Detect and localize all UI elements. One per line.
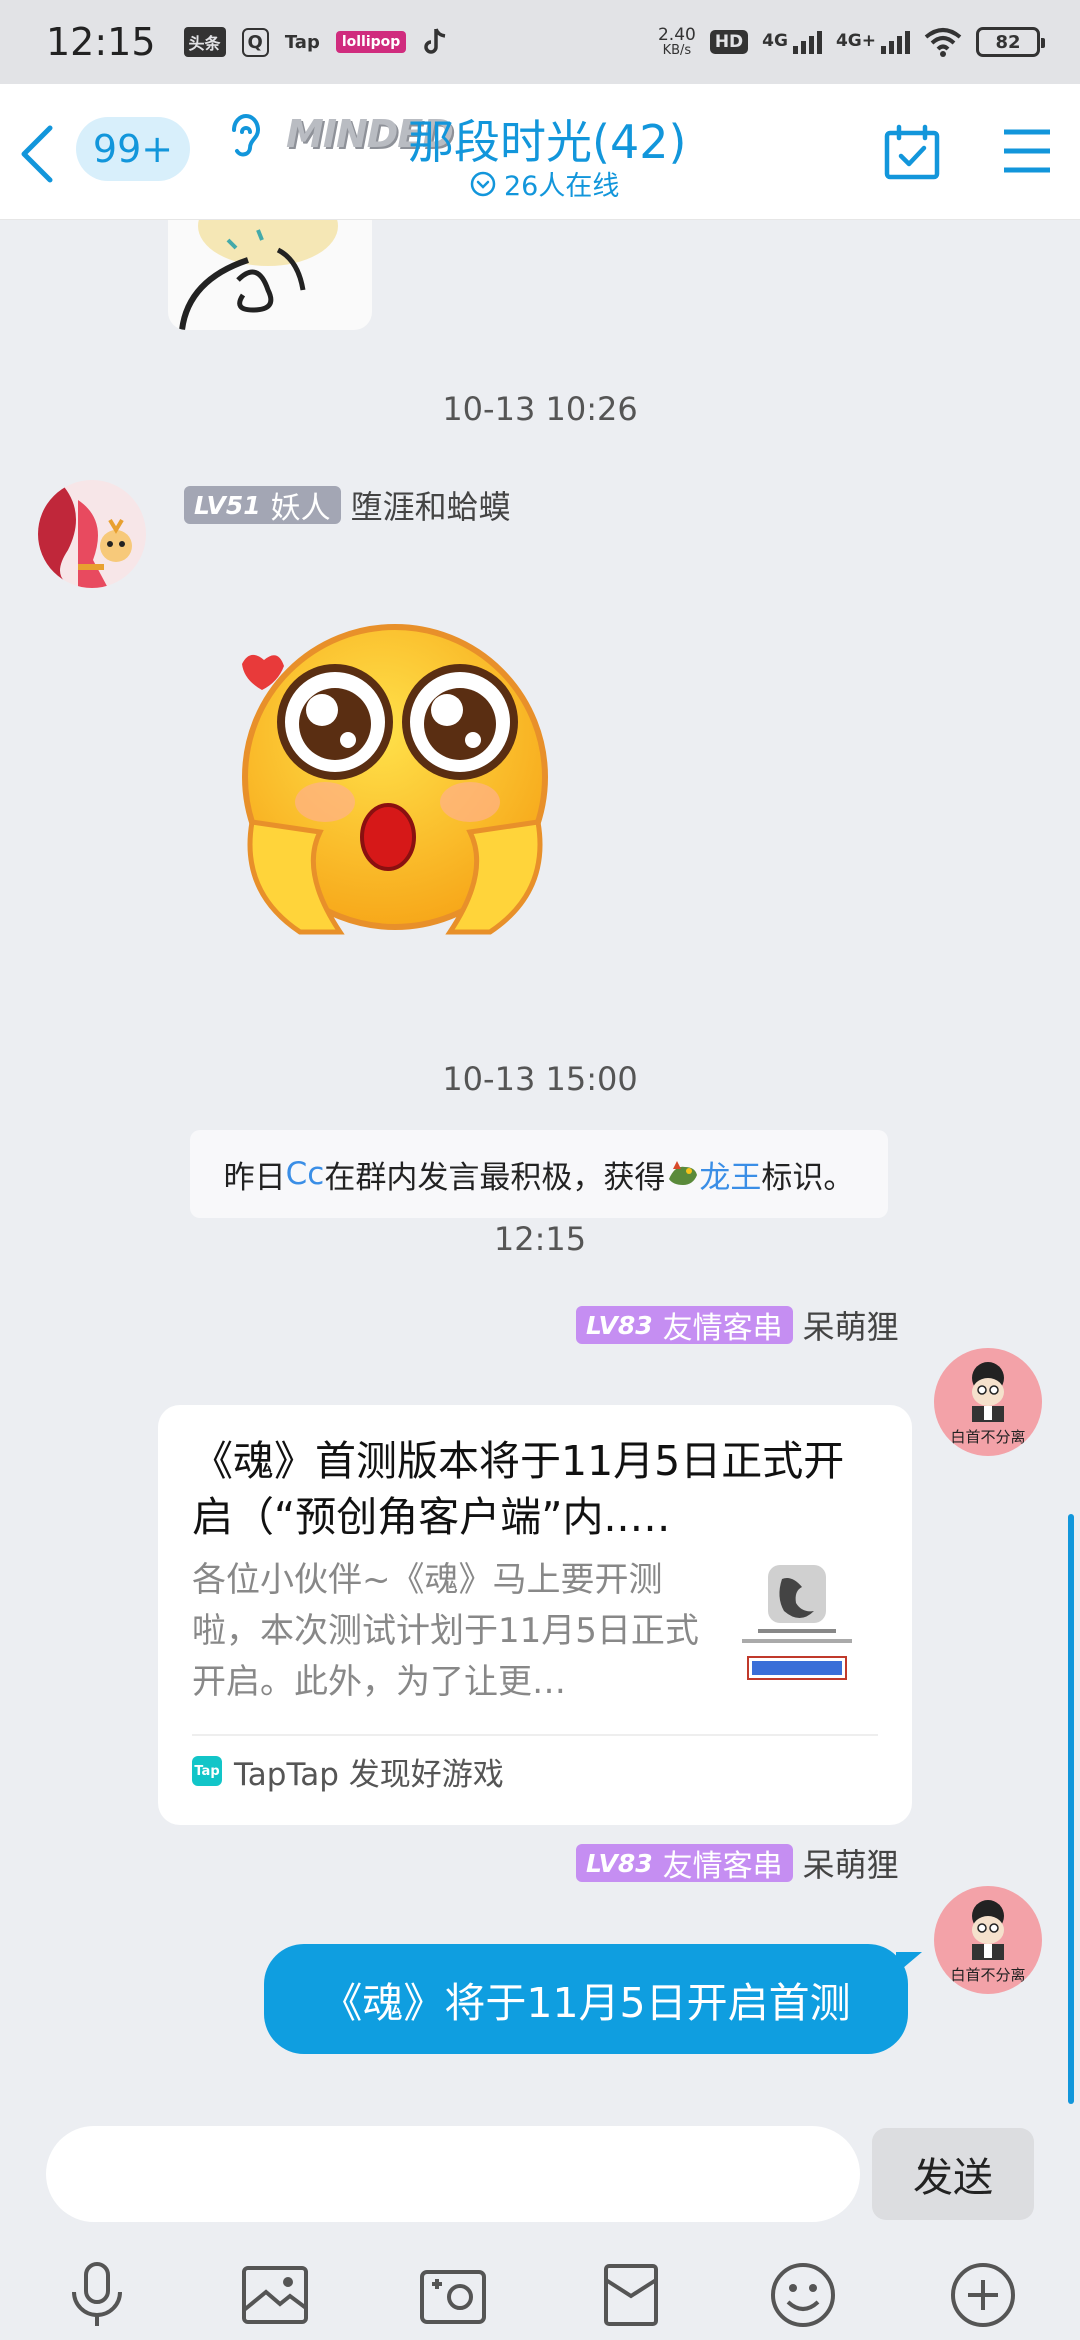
- hamburger-menu-icon[interactable]: [1002, 128, 1052, 174]
- chat-header: 99+ MINDED 那段时光(42) 26人在线: [0, 84, 1080, 220]
- timestamp: 10-13 15:00: [442, 1060, 638, 1098]
- emoji-icon[interactable]: [768, 2260, 838, 2330]
- text-message-bubble[interactable]: 《魂》将于11月5日开启首测: [264, 1944, 922, 2054]
- image-icon[interactable]: [240, 2260, 310, 2330]
- notice-user-link[interactable]: Cc: [286, 1156, 325, 1192]
- wifi-icon: [924, 28, 962, 57]
- avatar[interactable]: 白首不分离: [934, 1348, 1042, 1456]
- ear-icon[interactable]: [226, 112, 266, 162]
- sender-line: LV51 妖人 堕涯和蛤蟆: [184, 482, 511, 528]
- online-count[interactable]: 26人在线: [470, 164, 619, 203]
- input-bar: 发送: [0, 2110, 1080, 2340]
- taptap-icon: Tap: [284, 31, 320, 53]
- sender-line: LV83 友情客串 呆萌狸: [576, 1302, 899, 1348]
- avatar[interactable]: [38, 480, 146, 588]
- timestamp: 12:15: [493, 1220, 587, 1258]
- avatar-caption: 白首不分离: [950, 1428, 1026, 1446]
- notice-text: 昨日: [223, 1159, 286, 1196]
- battery-icon: 82: [976, 27, 1045, 57]
- status-bar: 12:15 头条 Q Tap lollipop 2.40 KB/s HD 4G …: [0, 0, 1080, 84]
- card-source: Tap TapTap 发现好游戏: [192, 1736, 878, 1806]
- avatar[interactable]: 白首不分离: [934, 1886, 1042, 1994]
- level-badge: LV51 妖人: [184, 486, 341, 526]
- taptap-logo-icon: Tap: [192, 1756, 222, 1786]
- online-count-text: 26人在线: [504, 171, 620, 202]
- dragon-king-icon: [669, 1161, 698, 1185]
- sticker-image-icon: [179, 220, 338, 330]
- group-title[interactable]: 那段时光(42): [408, 106, 686, 172]
- red-packet-icon[interactable]: [596, 2260, 666, 2330]
- timestamp: 10-13 10:26: [442, 390, 638, 428]
- link-card[interactable]: 《魂》首测版本将于11月5日正式开启（“预创角客户端”内..… 各位小伙伴~《魂…: [158, 1405, 912, 1825]
- card-description: 各位小伙伴~《魂》马上要开测啦，本次测试计划于11月5日正式开启。此外，为了让更…: [192, 1560, 699, 1702]
- scrollbar[interactable]: [1068, 1514, 1074, 2104]
- notification-icons: 头条 Q Tap lollipop: [183, 27, 449, 57]
- back-arrow-icon[interactable]: [14, 124, 64, 184]
- sender-name[interactable]: 呆萌狸: [803, 1302, 899, 1348]
- notice-text: 标识。: [761, 1159, 855, 1196]
- toutiao-icon: 头条: [183, 27, 226, 57]
- input-toolbar: [0, 2260, 1080, 2340]
- send-button[interactable]: 发送: [872, 2128, 1034, 2220]
- q-app-icon: Q: [241, 27, 269, 57]
- system-notice: 昨日 Cc 在群内发言最积极，获得 龙王 标识。: [190, 1130, 888, 1218]
- hd-voice-icon: HD: [709, 30, 749, 54]
- notice-text: 在群内发言最积极，获得: [324, 1159, 666, 1196]
- calendar-check-icon[interactable]: [884, 124, 940, 182]
- signal-sim2-icon: 4G+: [836, 30, 910, 54]
- tiktok-icon: [424, 28, 446, 54]
- microphone-icon[interactable]: [62, 2260, 132, 2330]
- sender-name[interactable]: 堕涯和蛤蟆: [351, 482, 511, 528]
- game-thumbnail-icon: [742, 1565, 852, 1680]
- unread-count-badge[interactable]: 99+: [76, 117, 190, 181]
- message-input[interactable]: [46, 2126, 860, 2222]
- level-badge: LV83 友情客串: [576, 1306, 793, 1346]
- status-time: 12:15: [46, 20, 156, 64]
- camera-icon[interactable]: [418, 2260, 488, 2330]
- level-badge: LV83 友情客串: [576, 1844, 793, 1884]
- card-source-text: TapTap 发现好游戏: [234, 1756, 504, 1793]
- avatar-caption: 白首不分离: [950, 1966, 1026, 1984]
- chat-message-list[interactable]: 10-13 10:26 LV51 妖人 堕涯和蛤蟆 10-13 15:00 昨日…: [0, 220, 1080, 2110]
- user-avatar-icon: [38, 480, 146, 588]
- sender-name[interactable]: 呆萌狸: [803, 1840, 899, 1886]
- image-message-fragment[interactable]: [168, 220, 372, 330]
- signal-sim1-icon: 4G: [762, 30, 822, 54]
- lollipop-app-icon: lollipop: [335, 31, 407, 53]
- chevron-down-circle-icon: [470, 171, 496, 196]
- sender-line: LV83 友情客串 呆萌狸: [576, 1840, 899, 1886]
- notice-badge-link[interactable]: 龙王: [699, 1152, 761, 1197]
- flushed-hands-emoji-icon[interactable]: [230, 612, 560, 942]
- plus-circle-icon[interactable]: [948, 2260, 1018, 2330]
- network-speed: 2.40 KB/s: [657, 25, 696, 58]
- card-title: 《魂》首测版本将于11月5日正式开启（“预创角客户端”内..…: [192, 1437, 845, 1541]
- card-thumbnail: [728, 1561, 866, 1699]
